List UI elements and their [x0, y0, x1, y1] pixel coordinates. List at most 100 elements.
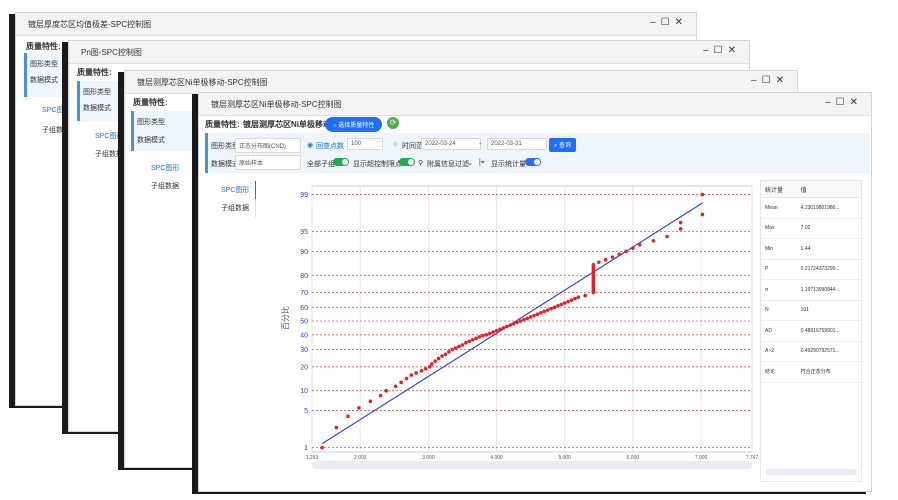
table-row: Min 1.44 — [761, 238, 861, 260]
data-point — [334, 425, 339, 430]
data-point — [522, 317, 526, 322]
data-point — [665, 234, 669, 239]
stat-name: 结论 — [761, 361, 797, 383]
data-point — [559, 302, 564, 307]
y-tick-label: 40 — [300, 332, 308, 339]
stat-name: P — [761, 259, 797, 280]
stat-name: Min — [761, 238, 797, 260]
data-point — [511, 321, 516, 326]
data-point — [603, 257, 608, 262]
data-point — [576, 295, 581, 299]
data-point — [433, 359, 437, 364]
data-point — [597, 260, 601, 265]
data-point — [591, 262, 596, 267]
data-point — [573, 296, 577, 301]
y-tick-label: 99 — [300, 192, 308, 199]
y-tick-label: 20 — [300, 364, 308, 371]
data-point — [539, 311, 543, 315]
data-point — [617, 252, 622, 257]
data-point — [474, 336, 478, 341]
data-point — [429, 362, 434, 366]
y-axis-label: 百分比 — [280, 306, 290, 330]
data-point — [346, 414, 350, 419]
stat-value: 0.48916759901... — [796, 320, 861, 342]
horizontal-scrollbar[interactable] — [312, 461, 752, 469]
stat-value: 4.23019801980... — [796, 197, 861, 219]
stat-value: 0.49290792571... — [796, 341, 861, 362]
data-point — [494, 328, 499, 333]
data-point — [378, 393, 383, 398]
table-row: σ 1.19713990844... — [761, 279, 861, 301]
data-point — [491, 330, 495, 334]
data-point — [320, 445, 324, 450]
stat-name: Max — [761, 218, 797, 239]
data-point — [393, 384, 398, 389]
y-tick-label: 70 — [300, 290, 308, 297]
data-point — [450, 347, 455, 352]
data-point — [484, 333, 489, 337]
stats-table: 统计量 值 Mean 4.23019801980... Max 7.02 Min 1.… — [761, 181, 861, 383]
data-point — [447, 350, 451, 354]
data-point — [610, 255, 615, 259]
data-point — [535, 312, 540, 317]
data-point — [477, 335, 482, 339]
data-point — [637, 242, 642, 247]
data-point — [678, 227, 683, 231]
data-point — [631, 246, 635, 250]
stat-name: A~2 — [761, 341, 797, 362]
stat-value: 0.21724373299... — [796, 259, 861, 280]
data-point — [651, 239, 656, 243]
stats-header-value: 值 — [796, 181, 861, 198]
data-point — [501, 326, 506, 330]
table-row: N 101 — [761, 300, 861, 321]
y-tick-label: 80 — [300, 273, 308, 280]
stat-name: AD — [761, 320, 797, 342]
stats-panel: 统计量 值 Mean 4.23019801980... Max 7.02 Min 1.… — [760, 180, 862, 482]
y-tick-label: 60 — [300, 305, 308, 312]
data-point — [518, 319, 523, 323]
y-tick-label: 90 — [300, 249, 308, 256]
data-point — [700, 212, 705, 217]
data-point — [528, 315, 533, 319]
table-row: AD 0.48916759901... — [761, 320, 861, 342]
data-point — [457, 344, 461, 349]
data-point — [583, 293, 587, 298]
data-point — [487, 331, 492, 336]
data-point — [562, 301, 567, 305]
data-point — [508, 323, 512, 327]
data-point — [525, 316, 530, 321]
stat-name: N — [761, 300, 797, 321]
stat-name: Mean — [761, 197, 797, 219]
stat-name: σ — [761, 279, 797, 301]
stat-value: 1.19713990844... — [796, 279, 861, 301]
data-point — [409, 373, 414, 377]
table-row: Max 7.02 — [761, 218, 861, 239]
data-point — [545, 308, 550, 312]
data-point — [552, 305, 557, 310]
table-row: P 0.21724373299... — [761, 259, 861, 280]
table-row: Mean 4.23019801980... — [761, 197, 861, 219]
stats-scrollbar[interactable] — [765, 469, 857, 475]
data-point — [399, 380, 403, 385]
y-tick-label: 10 — [300, 388, 308, 395]
data-point — [440, 354, 444, 358]
data-point — [414, 371, 418, 375]
stat-value: 101 — [796, 300, 861, 321]
table-header: 统计量 值 — [761, 181, 861, 198]
data-point — [464, 340, 468, 345]
data-point — [700, 192, 705, 197]
data-point — [357, 406, 361, 410]
plot-frame — [311, 185, 753, 453]
stat-value: 符合正态分布 — [796, 361, 861, 383]
data-point — [481, 333, 485, 338]
data-point — [453, 346, 458, 350]
data-point — [504, 324, 509, 329]
data-point — [470, 337, 475, 342]
data-point — [515, 320, 519, 325]
data-point — [532, 313, 536, 318]
data-point — [384, 388, 388, 393]
y-tick-label: 95 — [300, 229, 308, 236]
data-point — [419, 369, 424, 373]
data-point — [498, 327, 502, 332]
data-point — [404, 376, 409, 381]
